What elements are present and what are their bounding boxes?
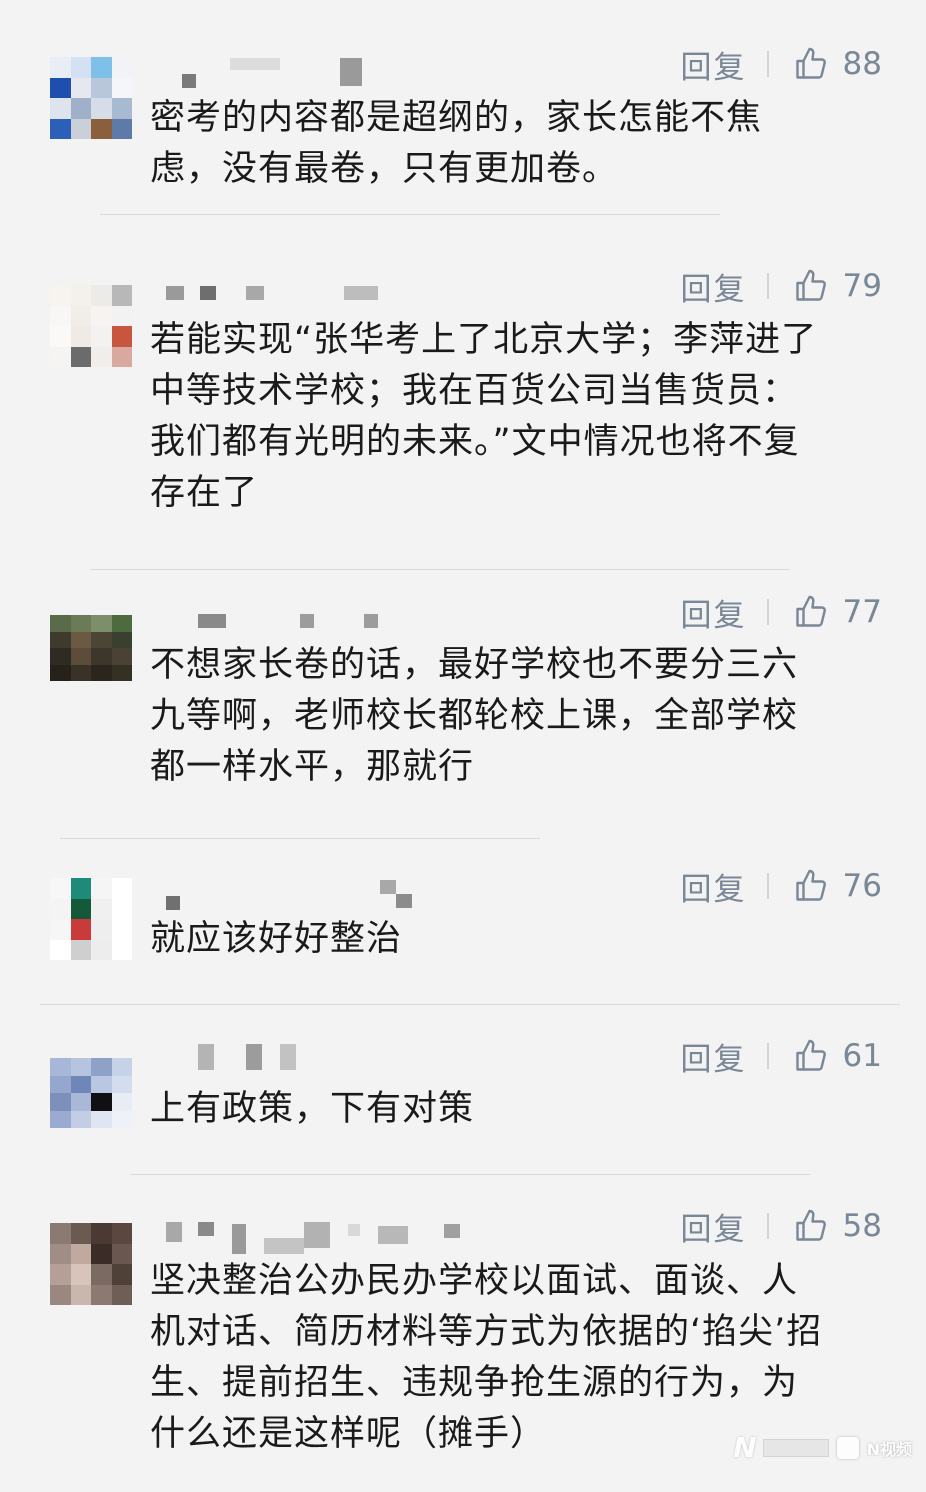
comment-text-line: 坚决整治公办民办学校以面试、面谈、人 — [150, 1261, 799, 1301]
comment-actions: 回复 77 — [681, 590, 882, 634]
like-count: 77 — [842, 594, 882, 630]
username-blurred[interactable] — [160, 58, 420, 88]
like-button[interactable]: 58 — [793, 1208, 882, 1244]
username-blurred[interactable] — [160, 1044, 420, 1074]
reply-button[interactable]: 回复 — [681, 590, 747, 635]
comment-text-line: 上有政策，下有对策 — [150, 1089, 475, 1129]
comment-actions: 回复 88 — [681, 42, 882, 86]
reply-button[interactable]: 回复 — [681, 1204, 747, 1249]
comment-actions: 回复 76 — [681, 864, 882, 908]
divider — [130, 1174, 810, 1175]
avatar[interactable] — [50, 878, 132, 960]
divider — [40, 1004, 900, 1005]
comment-actions: 回复 79 — [681, 264, 882, 308]
divider — [766, 599, 769, 625]
comment-text: 不想家长卷的话，最好学校也不要分三六 九等啊，老师校长都轮校上课，全部学校 都一… — [150, 640, 890, 793]
thumbs-up-icon — [795, 1209, 826, 1241]
divider — [100, 214, 720, 215]
watermark: N N视频 — [733, 1431, 912, 1464]
reply-button[interactable]: 回复 — [681, 1034, 747, 1079]
divider — [766, 1043, 769, 1069]
like-count: 58 — [842, 1208, 882, 1244]
divider — [766, 873, 769, 899]
watermark-box — [762, 1438, 829, 1457]
comment-text: 坚决整治公办民办学校以面试、面谈、人 机对话、简历材料等方式为依据的‘掐尖’招 … — [150, 1256, 890, 1460]
avatar[interactable] — [50, 1058, 132, 1128]
thumbs-up-icon — [795, 1039, 826, 1071]
comment-text-line: 就应该好好整治 — [150, 919, 403, 959]
comment-text-line: 生、提前招生、违规争抢生源的行为，为 — [150, 1363, 799, 1403]
comment-text-line: 虑，没有最卷，只有更加卷。 — [150, 149, 619, 189]
comment-text-line: 九等啊，老师校长都轮校上课，全部学校 — [150, 696, 799, 736]
comment-text-line: 密考的内容都是超纲的，家长怎能不焦 — [150, 98, 763, 138]
reply-button[interactable]: 回复 — [681, 264, 747, 309]
comment-text-line: 若能实现“张华考上了北京大学；李萍进了 — [150, 320, 818, 360]
avatar[interactable] — [50, 615, 132, 681]
divider — [60, 838, 540, 839]
reply-button[interactable]: 回复 — [681, 42, 747, 87]
thumbs-up-icon — [795, 595, 826, 627]
divider — [766, 51, 769, 77]
watermark-logo-left: N — [733, 1431, 756, 1464]
divider — [90, 569, 790, 570]
username-blurred[interactable] — [160, 1222, 460, 1254]
like-count: 61 — [842, 1038, 882, 1074]
avatar[interactable] — [50, 1223, 132, 1305]
thumbs-up-icon — [795, 869, 826, 901]
reply-button[interactable]: 回复 — [681, 864, 747, 909]
like-button[interactable]: 76 — [793, 868, 882, 904]
like-button[interactable]: 61 — [793, 1038, 882, 1074]
like-count: 79 — [842, 268, 882, 304]
comment-text: 密考的内容都是超纲的，家长怎能不焦 虑，没有最卷，只有更加卷。 — [150, 93, 890, 195]
like-button[interactable]: 77 — [793, 594, 882, 630]
comment-text: 就应该好好整治 — [150, 914, 890, 965]
thumbs-up-icon — [795, 269, 826, 301]
avatar[interactable] — [50, 285, 132, 367]
comment-text-line: 都一样水平，那就行 — [150, 747, 475, 787]
comment-text-line: 不想家长卷的话，最好学校也不要分三六 — [150, 645, 799, 685]
divider — [766, 1213, 769, 1239]
comment-text: 上有政策，下有对策 — [150, 1084, 890, 1135]
comment-actions: 回复 58 — [681, 1204, 882, 1248]
divider — [766, 273, 769, 299]
watermark-logo-right: N视频 — [866, 1439, 912, 1459]
comment-text-line: 存在了 — [150, 473, 259, 513]
thumbs-up-icon — [795, 47, 826, 79]
comment-text-line: 机对话、简历材料等方式为依据的‘掐尖’招 — [150, 1312, 823, 1352]
comment-text: 若能实现“张华考上了北京大学；李萍进了 中等技术学校；我在百货公司当售货员： 我… — [150, 315, 890, 519]
comment-text-line: 中等技术学校；我在百货公司当售货员： — [150, 371, 799, 411]
comment-actions: 回复 61 — [681, 1034, 882, 1078]
username-blurred[interactable] — [160, 286, 420, 316]
like-button[interactable]: 88 — [793, 46, 882, 82]
like-count: 88 — [842, 46, 882, 82]
username-blurred[interactable] — [160, 880, 420, 910]
watermark-n-icon — [836, 1436, 859, 1459]
avatar[interactable] — [50, 57, 132, 139]
comment-text-line: 我们都有光明的未来。”文中情况也将不复 — [150, 422, 800, 462]
like-button[interactable]: 79 — [793, 268, 882, 304]
like-count: 76 — [842, 868, 882, 904]
